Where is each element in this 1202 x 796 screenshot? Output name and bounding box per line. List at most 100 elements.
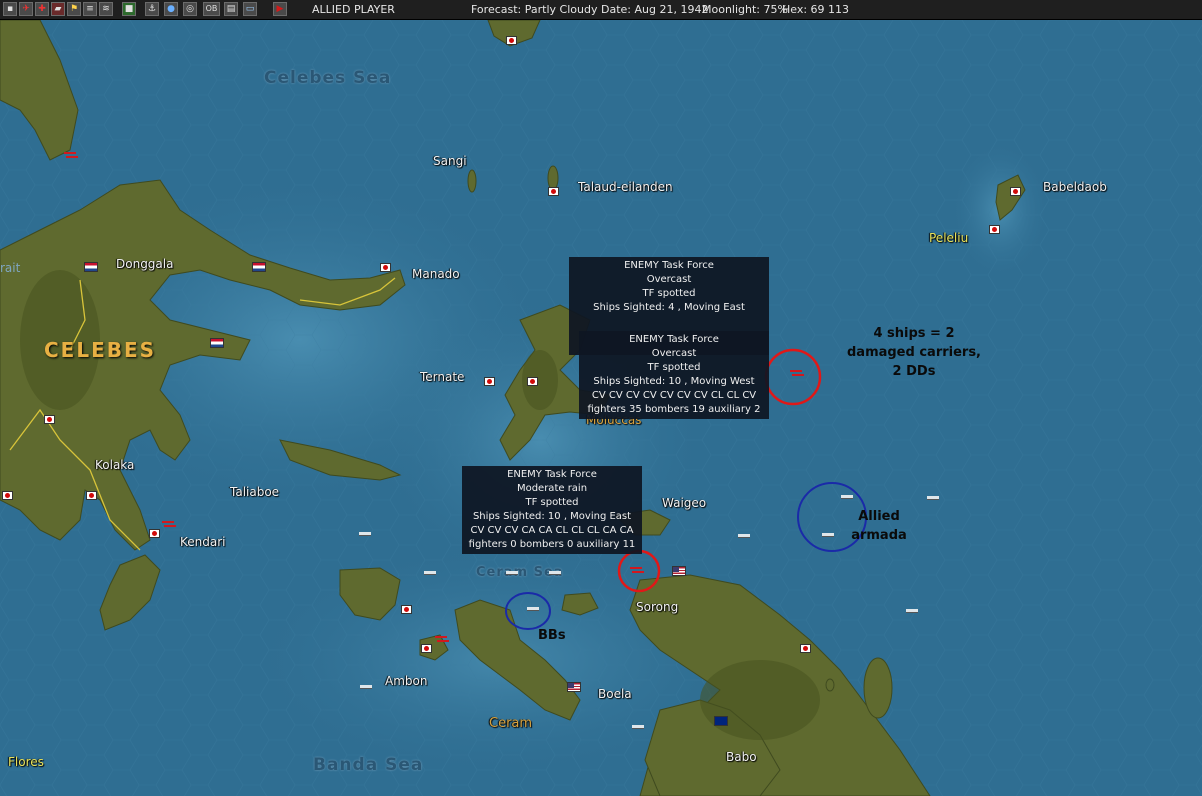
label-waigeo: Waigeo — [662, 496, 707, 510]
popup-weather: Moderate rain — [516, 483, 588, 494]
sub-icon[interactable]: ■ — [122, 2, 136, 16]
ob-icon[interactable]: OB — [203, 2, 220, 16]
label-donggala: Donggala — [116, 257, 174, 271]
armada-annotation: Allied armada — [846, 507, 912, 545]
japanese-base-marker[interactable] — [149, 529, 160, 538]
enemy-ship-icon[interactable] — [790, 369, 804, 377]
flag-icon[interactable]: ▰ — [51, 2, 65, 16]
annotation-line: damaged carriers, — [846, 345, 981, 360]
dutch-flag-icon[interactable] — [210, 338, 224, 348]
label-babo: Babo — [726, 750, 757, 764]
report-icon[interactable]: ▤ — [224, 2, 238, 16]
label-kolaka: Kolaka — [95, 458, 135, 472]
allied-ship-icon[interactable] — [359, 532, 371, 536]
allied-ship-icon[interactable] — [841, 495, 853, 499]
popup-title: ENEMY Task Force — [629, 334, 719, 345]
enemy-tf-popup: ENEMY Task Force Moderate rain TF spotte… — [462, 466, 642, 554]
australia-flag-icon[interactable] — [714, 716, 728, 726]
label-peleliu: Peleliu — [929, 231, 969, 245]
annotation-line: 4 ships = 2 — [873, 326, 955, 341]
ships-icon[interactable]: ≡ — [83, 2, 97, 16]
japanese-base-marker[interactable] — [401, 605, 412, 614]
japanese-base-marker[interactable] — [548, 187, 559, 196]
fleet-icon[interactable]: ⚓ — [145, 2, 159, 16]
label-sorong: Sorong — [636, 600, 679, 614]
japanese-base-marker[interactable] — [86, 491, 97, 500]
allied-ship-icon[interactable] — [506, 571, 518, 575]
carriers-annotation: 4 ships = 2 damaged carriers, 2 DDs — [840, 324, 988, 381]
allied-ship-icon[interactable] — [527, 607, 539, 611]
allied-ship-icon[interactable] — [906, 609, 918, 613]
allied-ship-icon[interactable] — [360, 685, 372, 689]
label-celebes: CELEBES — [44, 338, 157, 362]
moonlight-label: Moonlight: 75% — [702, 3, 788, 16]
top-toolbar: ▪ ✈ ✚ ▰ ⚑ ≡ ≋ ■ ⚓ ● ◎ OB ▤ ▭ ▶ ALLIED PL… — [0, 0, 1202, 20]
popup-spotted: TF spotted — [642, 288, 696, 299]
label-ceram: Ceram — [489, 716, 533, 731]
dutch-flag-icon[interactable] — [252, 262, 266, 272]
japanese-base-marker[interactable] — [989, 225, 1000, 234]
allied-ship-icon[interactable] — [927, 496, 939, 500]
air-icon[interactable]: ✈ — [19, 2, 33, 16]
base-icon[interactable]: ≋ — [99, 2, 113, 16]
us-flag-icon[interactable] — [567, 682, 581, 692]
popup-weather: Overcast — [646, 274, 692, 285]
info-icon[interactable]: ▭ — [243, 2, 257, 16]
menu-icon[interactable]: ▪ — [3, 2, 17, 16]
popup-title: ENEMY Task Force — [624, 260, 714, 271]
sea-label-celebes: Celebes Sea — [264, 68, 392, 88]
japanese-base-marker[interactable] — [44, 415, 55, 424]
popup-aircraft: fighters 35 bombers 19 auxiliary 2 — [587, 404, 761, 415]
date-label: Date: Aug 21, 1942 — [601, 3, 709, 16]
label-sangi: Sangi — [433, 154, 467, 168]
popup-spotted: TF spotted — [525, 497, 579, 508]
japanese-base-marker[interactable] — [800, 644, 811, 653]
popup-ships: Ships Sighted: 10 , Moving West — [593, 376, 755, 387]
japanese-base-marker[interactable] — [506, 36, 517, 45]
label-ternate: Ternate — [420, 370, 465, 384]
strategic-map[interactable]: Celebes Sea Banda Sea Ceram Sea Sangi Ta… — [0, 20, 1202, 796]
annotation-line: 2 DDs — [892, 364, 936, 379]
enemy-ship-icon[interactable] — [162, 520, 176, 528]
allied-ship-icon[interactable] — [738, 534, 750, 538]
boat-icon[interactable]: ⚑ — [67, 2, 81, 16]
enemy-ship-icon[interactable] — [630, 566, 644, 574]
dutch-flag-icon[interactable] — [84, 262, 98, 272]
us-flag-icon[interactable] — [672, 566, 686, 576]
sea-label-banda: Banda Sea — [313, 755, 424, 775]
popup-weather: Overcast — [651, 348, 697, 359]
japanese-base-marker[interactable] — [527, 377, 538, 386]
japanese-base-marker[interactable] — [421, 644, 432, 653]
popup-composition: CV CV CV CV CV CV CV CL CL CV — [591, 390, 757, 401]
allied-ship-icon[interactable] — [822, 533, 834, 537]
allied-ship-icon[interactable] — [549, 571, 561, 575]
globe-icon[interactable]: ● — [164, 2, 178, 16]
player-label: ALLIED PLAYER — [312, 3, 395, 16]
popup-ships: Ships Sighted: 4 , Moving East — [593, 302, 745, 313]
label-taliaboe: Taliaboe — [230, 485, 280, 499]
label-ambon: Ambon — [385, 674, 428, 688]
japanese-base-marker[interactable] — [484, 377, 495, 386]
japanese-base-marker[interactable] — [2, 491, 13, 500]
label-strait-edge: rait — [0, 261, 21, 275]
label-babeldaob: Babeldaob — [1043, 180, 1107, 194]
hex-label: Hex: 69 113 — [782, 3, 850, 16]
forecast-label: Forecast: Partly Cloudy — [471, 3, 598, 16]
enemy-ship-icon[interactable] — [435, 635, 449, 643]
bbs-annotation: BBs — [538, 628, 566, 643]
cross-icon[interactable]: ✚ — [35, 2, 49, 16]
label-talaud: Talaud-eilanden — [578, 180, 673, 194]
allied-ship-icon[interactable] — [632, 725, 644, 729]
japanese-base-marker[interactable] — [1010, 187, 1021, 196]
enemy-tf-popup: ENEMY Task Force Overcast TF spotted Shi… — [579, 331, 769, 419]
ob-label: OB — [205, 4, 218, 13]
popup-ships: Ships Sighted: 10 , Moving East — [472, 511, 632, 522]
play-icon[interactable]: ▶ — [273, 2, 287, 16]
popup-spotted: TF spotted — [647, 362, 701, 373]
enemy-ship-icon[interactable] — [64, 151, 78, 159]
japanese-base-marker[interactable] — [380, 263, 391, 272]
label-boela: Boela — [598, 687, 632, 701]
label-flores: Flores — [8, 755, 44, 769]
target-icon[interactable]: ◎ — [183, 2, 197, 16]
allied-ship-icon[interactable] — [424, 571, 436, 575]
